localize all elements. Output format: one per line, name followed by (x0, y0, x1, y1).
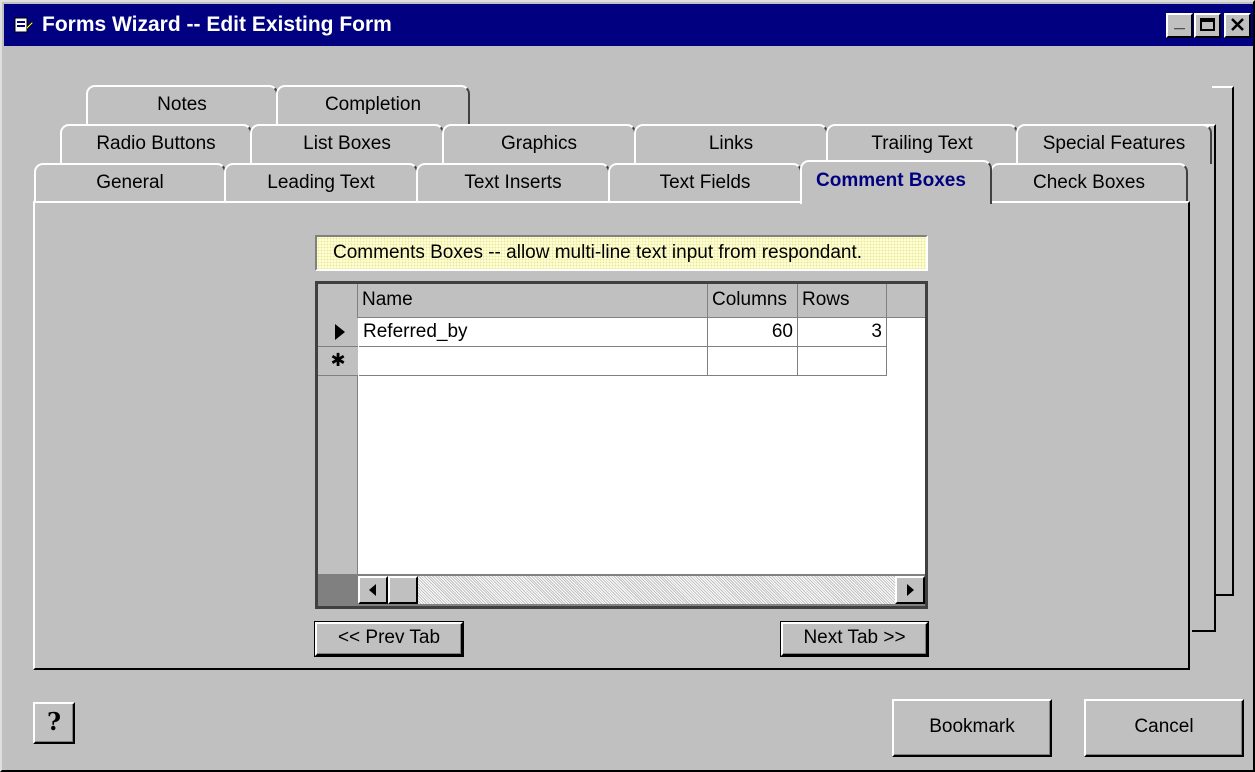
minimize-icon: _ (1174, 11, 1185, 32)
new-record-icon: ✱ (330, 350, 346, 370)
tab-check-boxes[interactable]: Check Boxes (990, 163, 1188, 203)
tab-radio-buttons[interactable]: Radio Buttons (60, 124, 252, 164)
tab-completion[interactable]: Completion (276, 85, 470, 125)
new-cell-rows[interactable] (798, 347, 887, 376)
tab-links[interactable]: Links (634, 124, 828, 164)
maximize-icon (1200, 18, 1215, 31)
tab-leading-text[interactable]: Leading Text (224, 163, 418, 203)
comment-boxes-grid[interactable]: Name Columns Rows Referred_by 60 3 ✱ (315, 281, 928, 609)
forms-wizard-window: Forms Wizard -- Edit Existing Form _ Not… (0, 0, 1255, 772)
title-bar[interactable]: Forms Wizard -- Edit Existing Form _ (4, 4, 1253, 46)
tab-trailing-text[interactable]: Trailing Text (826, 124, 1018, 164)
column-header-filler (887, 284, 925, 318)
tab-page-stack-back (1192, 124, 1216, 632)
comment-boxes-panel: Comments Boxes -- allow multi-line text … (33, 201, 1190, 670)
record-selector-current[interactable] (318, 318, 358, 347)
tab-comment-boxes[interactable]: Comment Boxes (800, 160, 992, 204)
grid-horizontal-scrollbar[interactable] (318, 574, 925, 606)
bookmark-button[interactable]: Bookmark (892, 699, 1052, 757)
record-selector-new[interactable]: ✱ (318, 347, 358, 376)
minimize-button[interactable]: _ (1166, 11, 1193, 38)
cell-rows[interactable]: 3 (798, 318, 887, 347)
new-cell-columns[interactable] (708, 347, 798, 376)
arrow-left-icon (369, 584, 376, 596)
close-icon (1231, 18, 1244, 31)
column-header-rows[interactable]: Rows (798, 284, 887, 318)
new-cell-name[interactable] (359, 347, 708, 376)
current-record-icon (335, 324, 345, 340)
scrollbar-track[interactable] (358, 576, 925, 604)
cell-name[interactable]: Referred_by (359, 318, 708, 347)
tab-text-fields[interactable]: Text Fields (608, 163, 802, 203)
maximize-button[interactable] (1194, 13, 1221, 38)
window-title: Forms Wizard -- Edit Existing Form (42, 13, 392, 36)
tab-notes[interactable]: Notes (86, 85, 278, 125)
cancel-button[interactable]: Cancel (1084, 699, 1244, 757)
app-icon (14, 17, 34, 33)
help-icon: ? (46, 707, 62, 736)
info-banner: Comments Boxes -- allow multi-line text … (315, 235, 928, 271)
scroll-left-button[interactable] (358, 576, 388, 604)
tab-graphics[interactable]: Graphics (442, 124, 636, 164)
scroll-right-button[interactable] (895, 576, 925, 604)
help-button[interactable]: ? (33, 702, 75, 744)
tab-text-inserts[interactable]: Text Inserts (416, 163, 610, 203)
scrollbar-thumb[interactable] (388, 576, 418, 604)
grid-header: Name Columns Rows (318, 284, 925, 318)
prev-tab-button[interactable]: << Prev Tab (314, 621, 464, 657)
column-header-name[interactable]: Name (358, 284, 708, 318)
tab-special-features[interactable]: Special Features (1016, 124, 1212, 164)
tab-general[interactable]: General (34, 163, 226, 203)
arrow-right-icon (907, 584, 914, 596)
next-tab-button[interactable]: Next Tab >> (780, 621, 929, 657)
cell-columns[interactable]: 60 (708, 318, 798, 347)
close-button[interactable] (1224, 13, 1251, 38)
column-header-columns[interactable]: Columns (708, 284, 798, 318)
tab-list-boxes[interactable]: List Boxes (250, 124, 444, 164)
